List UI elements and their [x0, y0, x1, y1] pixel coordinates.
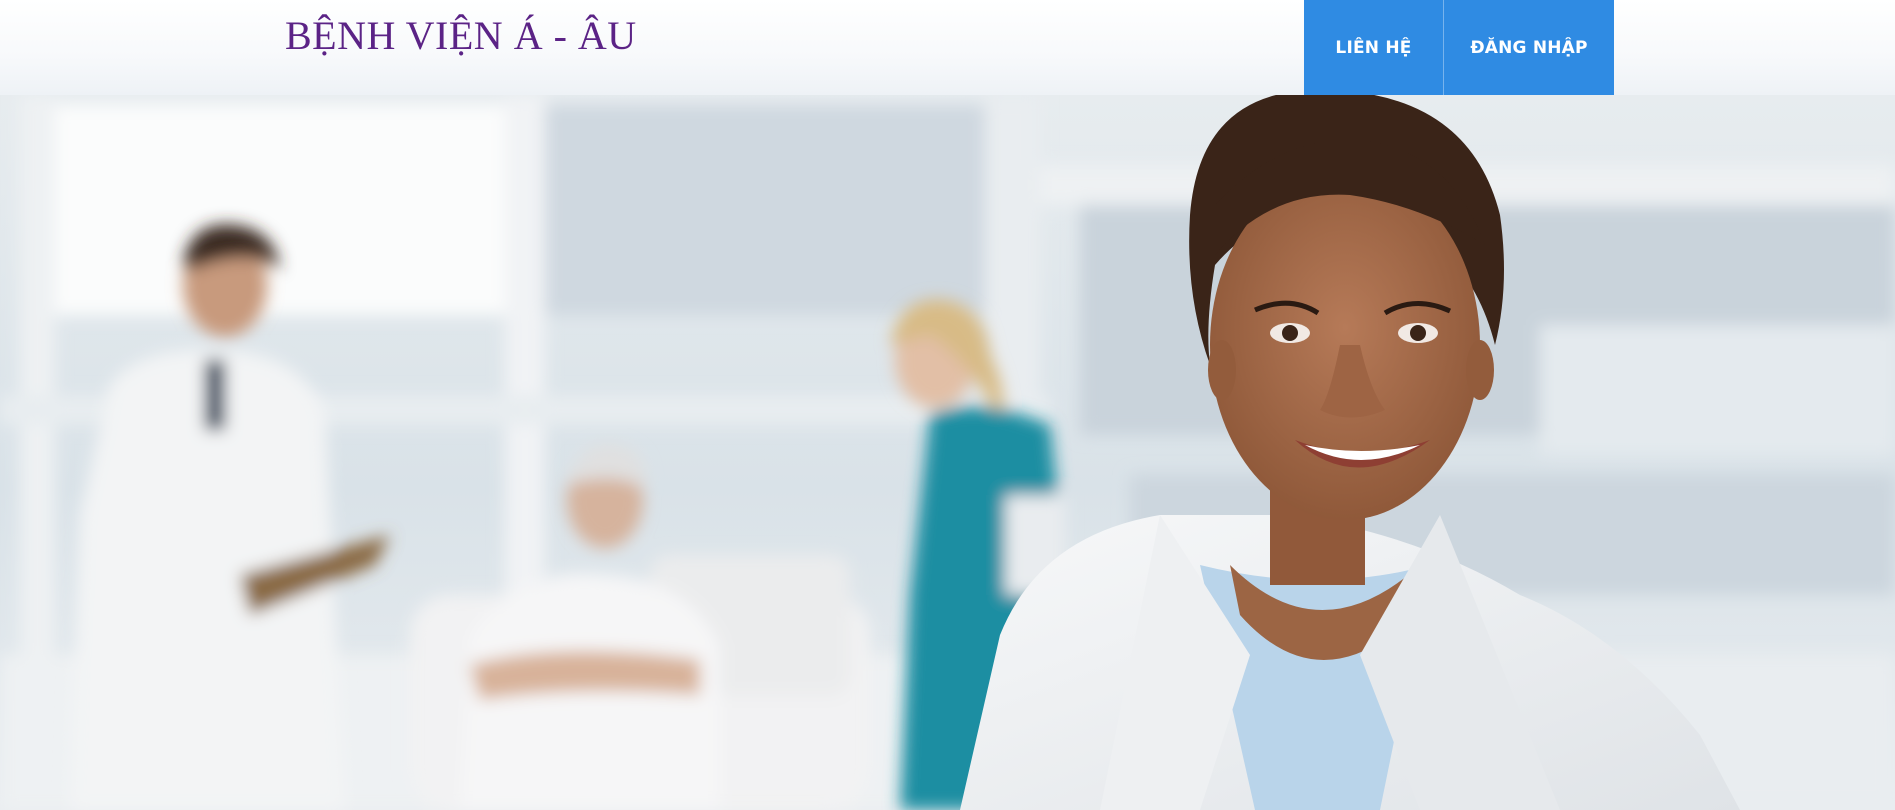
main-nav: LIÊN HỆ ĐĂNG NHẬP — [1304, 0, 1614, 95]
site-header: BỆNH VIỆN Á - ÂU LIÊN HỆ ĐĂNG NHẬP — [0, 0, 1895, 95]
nav-login-link[interactable]: ĐĂNG NHẬP — [1444, 0, 1614, 95]
hero-illustration — [0, 95, 1895, 810]
hero-banner-image — [0, 95, 1895, 810]
nav-contact-link[interactable]: LIÊN HỆ — [1304, 0, 1444, 95]
brand-title[interactable]: BỆNH VIỆN Á - ÂU — [285, 12, 637, 60]
